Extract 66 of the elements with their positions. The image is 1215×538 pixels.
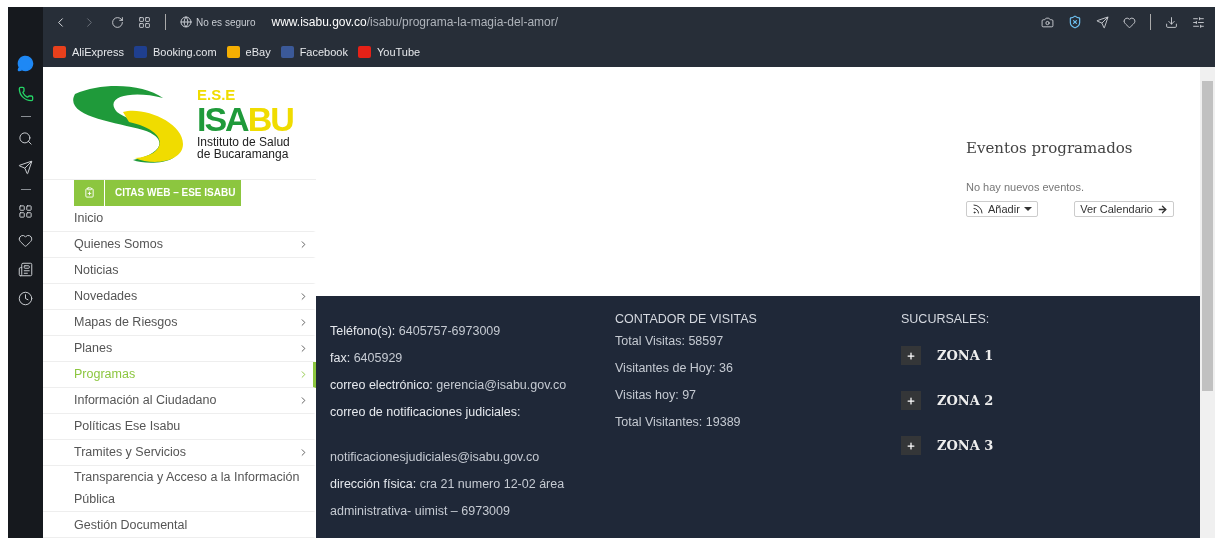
zone-label[interactable]: ZONA 1 — [937, 348, 994, 363]
logo-subtitle: de Bucaramanga — [197, 147, 290, 160]
nav-item[interactable]: Planes — [43, 335, 316, 362]
logo-name: ISABU — [197, 101, 293, 136]
logo-subtitle: Instituto de Salud — [197, 135, 291, 148]
events-empty-text: No hay nuevos eventos. — [966, 181, 1086, 193]
nav-item[interactable]: Noticias — [43, 257, 316, 284]
nav-item[interactable]: Mapas de Riesgos — [43, 309, 316, 336]
counter-line: Visitas hoy: 97 — [615, 387, 698, 404]
contact-line: dirección física: cra 21 numero 12-02 área administrativa- uimist – 6973009 — [330, 476, 566, 520]
url-text[interactable]: www.isabu.gov.co/isabu/programa-la-magia-del-amor/ — [271, 15, 559, 29]
download-icon[interactable] — [1165, 15, 1178, 29]
zone-label[interactable]: ZONA 2 — [937, 393, 994, 408]
reload-icon[interactable] — [111, 15, 124, 29]
globe-icon — [180, 16, 192, 28]
zone-label[interactable]: ZONA 3 — [937, 438, 994, 453]
events-title: Eventos programados — [966, 139, 1134, 157]
add-button[interactable]: Añadir — [966, 201, 1038, 217]
bookmark-link[interactable]: eBay — [226, 46, 271, 58]
grid-icon[interactable] — [18, 204, 33, 219]
clipboard-icon — [83, 187, 95, 199]
send-icon[interactable] — [1096, 15, 1109, 29]
expand-button[interactable] — [901, 391, 921, 410]
contact-line: fax: 6405929 — [330, 350, 404, 367]
nav-item[interactable]: Quienes Somos — [43, 231, 316, 258]
shield-icon[interactable] — [1068, 15, 1082, 29]
contact-line: Teléfono(s): 6405757-6973009 — [330, 323, 502, 340]
rss-icon — [972, 203, 984, 215]
contact-line: notificacionesjudiciales@isabu.gov.co — [330, 449, 541, 466]
camera-icon[interactable] — [1041, 15, 1054, 29]
tabs-icon[interactable] — [138, 15, 151, 29]
plus-icon — [906, 350, 916, 361]
settings-icon[interactable] — [1192, 15, 1205, 29]
heart-icon[interactable] — [1123, 15, 1136, 29]
contact-line: correo electrónico: gerencia@isabu.gov.co — [330, 377, 568, 394]
caret-icon — [1023, 207, 1032, 211]
nav-item[interactable]: Gestión Documental — [43, 512, 316, 538]
nav-item[interactable]: Tramites y Servicios — [43, 439, 316, 466]
search-icon[interactable] — [18, 131, 33, 146]
bookmark-link[interactable]: AliExpress — [53, 46, 124, 58]
heart-icon[interactable] — [18, 233, 33, 248]
bookmark-link[interactable]: Facebook — [280, 46, 348, 58]
counter-line: Total Visitantes: 19389 — [615, 414, 742, 431]
security-label: No es seguro — [196, 16, 256, 28]
arrow-icon — [1157, 203, 1168, 215]
logo-tag: E.S.E — [197, 86, 293, 102]
expand-button[interactable] — [901, 436, 921, 455]
expand-button[interactable] — [901, 346, 921, 365]
nav-item[interactable]: Inicio — [43, 205, 316, 232]
counter-line: Total Visitas: 58597 — [615, 333, 725, 350]
branches-title: SUCURSALES: — [901, 311, 991, 328]
scrollbar[interactable] — [1200, 67, 1215, 538]
clock-icon[interactable] — [18, 291, 33, 306]
notes-icon[interactable] — [18, 262, 33, 277]
nav-item[interactable]: Novedades — [43, 283, 316, 310]
bookmark-link[interactable]: Booking.com — [133, 46, 217, 58]
bookmark-link[interactable]: YouTube — [357, 46, 421, 58]
contact-line: correo de notificaciones judiciales: — [330, 404, 522, 421]
nav-item[interactable]: Políticas Ese Isabu — [43, 413, 316, 440]
nav-item[interactable]: Información al Ciudadano — [43, 387, 316, 414]
calendar-button[interactable]: Ver Calendario — [1074, 201, 1174, 217]
plus-icon — [906, 440, 916, 451]
counter-line: Visitantes de Hoy: 36 — [615, 360, 734, 377]
send-icon[interactable] — [18, 160, 33, 175]
plus-icon — [906, 395, 916, 406]
counter-title: CONTADOR DE VISITAS — [615, 311, 758, 328]
